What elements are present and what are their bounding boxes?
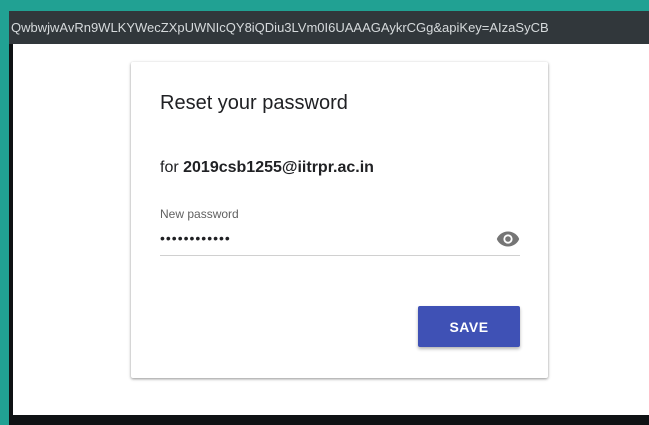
- address-bar[interactable]: QwbwjwAvRn9WLKYWecZXpUWNIcQY8iQDiu3LVm0I…: [9, 11, 649, 44]
- account-line: for 2019csb1255@iitrpr.ac.in: [160, 159, 374, 177]
- new-password-field: [160, 222, 520, 256]
- reset-password-card: Reset your password for 2019csb1255@iitr…: [131, 62, 548, 378]
- for-prefix: for: [160, 159, 179, 176]
- eye-icon[interactable]: [496, 230, 520, 248]
- browser-window: QwbwjwAvRn9WLKYWecZXpUWNIcQY8iQDiu3LVm0I…: [9, 11, 649, 425]
- save-button[interactable]: SAVE: [418, 306, 520, 347]
- new-password-label: New password: [160, 207, 239, 221]
- new-password-input[interactable]: [160, 227, 480, 249]
- page-title: Reset your password: [160, 92, 348, 114]
- page-viewport: Reset your password for 2019csb1255@iitr…: [13, 44, 649, 415]
- url-text[interactable]: QwbwjwAvRn9WLKYWecZXpUWNIcQY8iQDiu3LVm0I…: [11, 20, 549, 36]
- account-email: 2019csb1255@iitrpr.ac.in: [183, 159, 374, 176]
